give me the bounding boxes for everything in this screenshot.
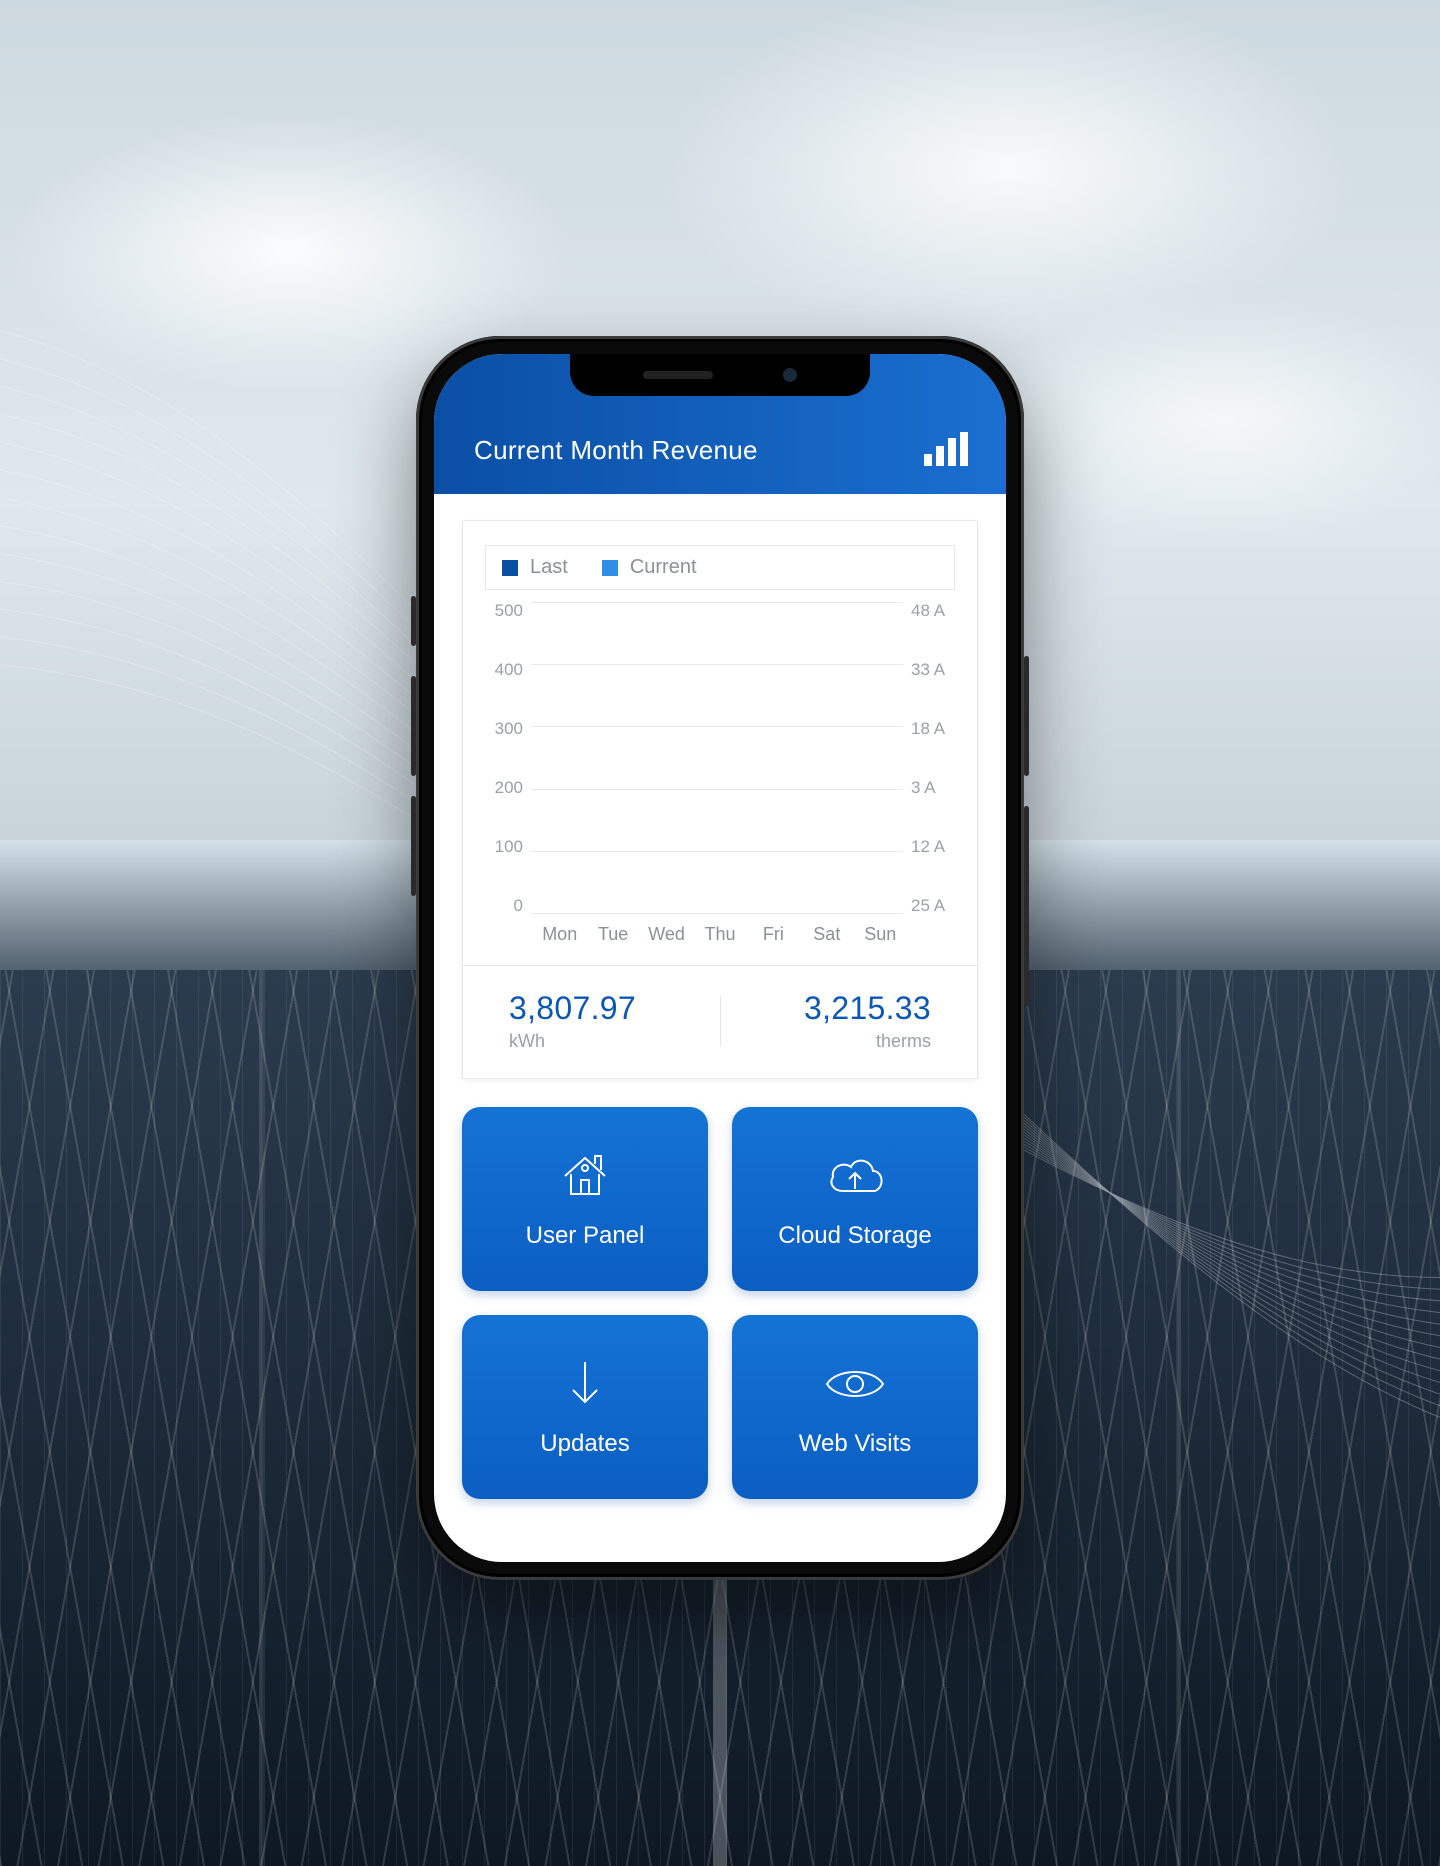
phone-frame: Current Month Revenue Last [416,336,1024,1580]
action-tiles: User Panel Cloud Storage [462,1107,978,1499]
tile-label: User Panel [526,1222,645,1250]
legend-label-last: Last [530,556,568,579]
eye-icon [823,1356,887,1412]
tile-user-panel[interactable]: User Panel [462,1107,708,1291]
chart-legend: Last Current [485,545,955,590]
tile-label: Cloud Storage [778,1222,931,1250]
revenue-chart-card: Last Current 500 400 300 200 100 0 [462,520,978,1079]
page-title: Current Month Revenue [474,435,758,466]
legend-swatch-current [602,560,618,576]
arrow-down-icon [565,1356,605,1412]
stat-therms-value: 3,215.33 [731,990,932,1027]
y-axis-left: 500 400 300 200 100 0 [485,602,529,914]
stat-therms-unit: therms [731,1031,932,1052]
bar-chart-icon[interactable] [924,432,970,466]
cloud-upload-icon [823,1148,887,1204]
stat-kwh-unit: kWh [509,1031,710,1052]
phone-notch [570,354,870,396]
tile-web-visits[interactable]: Web Visits [732,1315,978,1499]
x-axis: Mon Tue Wed Thu Fri Sat Sun [485,914,955,965]
stats-row: 3,807.97 kWh 3,215.33 therms [485,966,955,1078]
legend-label-current: Current [630,556,697,579]
tile-cloud-storage[interactable]: Cloud Storage [732,1107,978,1291]
legend-item-last: Last [502,556,568,579]
y-axis-right: 48 A 33 A 18 A 3 A 12 A 25 A [905,602,955,914]
stat-kwh-value: 3,807.97 [509,990,710,1027]
house-icon [557,1148,613,1204]
tile-updates[interactable]: Updates [462,1315,708,1499]
tile-label: Web Visits [799,1430,912,1458]
phone-screen: Current Month Revenue Last [434,354,1006,1562]
stat-therms: 3,215.33 therms [721,990,942,1052]
chart-plot-area: 500 400 300 200 100 0 48 A 33 A 18 [485,602,955,914]
stat-kwh: 3,807.97 kWh [499,990,720,1052]
legend-item-current: Current [602,556,697,579]
legend-swatch-last [502,560,518,576]
tile-label: Updates [540,1430,629,1458]
